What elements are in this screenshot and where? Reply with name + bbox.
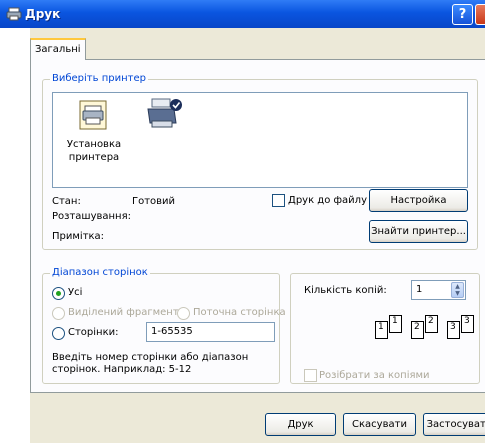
copies-label: Кількість копій: [304, 285, 387, 296]
select-printer-legend: Виберіть принтер [50, 73, 148, 84]
page-range-hint: Введіть номер сторінки або діапазон стор… [52, 352, 249, 375]
add-printer-label: Установка принтера [66, 139, 122, 163]
selection-label: Виділений фрагмент [68, 307, 179, 318]
pages-input[interactable]: 1-65535 [146, 322, 275, 342]
print-to-file-checkbox[interactable] [272, 194, 285, 207]
radio-selected-dot [56, 291, 61, 296]
print-button[interactable]: Друк [265, 413, 336, 436]
collate-checkbox[interactable] [304, 369, 317, 382]
close-button[interactable] [475, 4, 485, 25]
current-page-label: Поточна сторінка [193, 307, 286, 318]
status-label: Стан: [52, 196, 81, 207]
help-button[interactable]: ? [452, 4, 473, 25]
title-bar[interactable] [0, 0, 485, 28]
collate-label: Розібрати за копіями [319, 370, 430, 381]
selection-radio[interactable] [52, 307, 65, 320]
all-pages-radio[interactable] [52, 287, 65, 300]
location-label: Розташування: [52, 211, 131, 222]
collate-page-icon: 2 [425, 315, 438, 333]
collate-page-icon: 3 [447, 321, 460, 339]
add-printer-icon[interactable] [79, 100, 107, 130]
page-range-legend: Діапазон сторінок [50, 267, 150, 278]
apply-button[interactable]: Застосувати [423, 413, 485, 436]
collate-page-icon: 3 [461, 315, 474, 333]
pages-label[interactable]: Сторінки: [68, 327, 119, 338]
comment-label: Примітка: [52, 231, 105, 242]
setup-button[interactable]: Настройка [369, 189, 468, 212]
collate-page-icon: 1 [389, 315, 402, 333]
print-to-file-label[interactable]: Друк до файлу [288, 195, 367, 206]
current-page-radio[interactable] [177, 307, 190, 320]
tab-general-label: Загальні [35, 44, 81, 55]
collate-page-icon: 2 [411, 321, 424, 339]
status-value: Готовий [132, 196, 176, 207]
find-printer-button[interactable]: Знайти принтер... [369, 220, 468, 243]
all-pages-label[interactable]: Усі [68, 287, 82, 298]
pages-radio[interactable] [52, 327, 65, 340]
printer-app-icon [6, 7, 22, 21]
copies-spinner[interactable]: ▲ ▼ [451, 282, 464, 298]
window-title: Друк [25, 7, 61, 21]
background-strip [0, 28, 30, 443]
cancel-button[interactable]: Скасувати [343, 413, 416, 436]
default-printer-icon[interactable] [146, 97, 184, 131]
collate-page-icon: 1 [375, 321, 388, 339]
